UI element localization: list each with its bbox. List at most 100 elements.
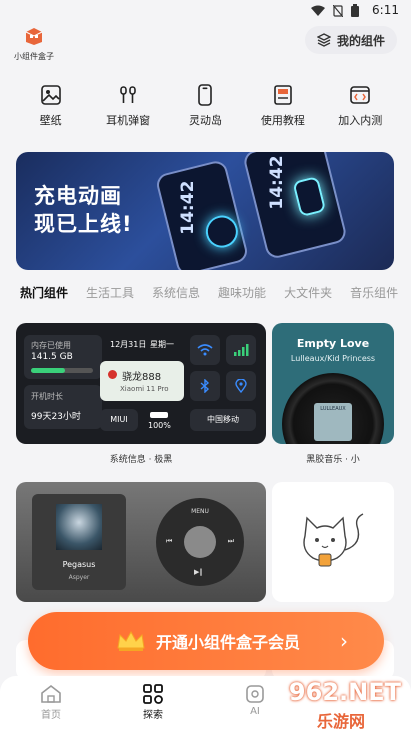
banner-phone-time: 14:42	[178, 180, 199, 235]
tab-music-widgets[interactable]: 音乐组件	[350, 284, 398, 306]
date-tile: 12月31日 星期一	[108, 335, 186, 353]
quick-link-label: 加入内测	[338, 114, 383, 127]
system-widget-caption: 系统信息 · 极黑	[109, 455, 173, 465]
banner-phone-right: 14:42	[241, 152, 349, 261]
system-info-widget-card[interactable]: 内存已使用 141.5 GB 开机时长 99天23小时 12月31日 星期一 骁…	[16, 323, 266, 444]
music-widget-caption: 黑胶音乐 · 小	[306, 455, 360, 465]
cat-sticker-widget-card[interactable]	[272, 482, 394, 602]
ipod-click-wheel[interactable]: MENU ⏮ ⏭ ▶‖	[156, 498, 244, 586]
charging-bolt	[292, 175, 327, 218]
my-widgets-label: 我的组件	[336, 33, 385, 48]
ipod-menu-label[interactable]: MENU	[156, 508, 244, 515]
carrier-tile: 中国移动	[190, 409, 256, 431]
chip-tile: 骁龙888 Xiaomi 11 Pro	[100, 361, 184, 401]
quick-link-label: 灵动岛	[188, 114, 222, 127]
tab-system-info[interactable]: 系统信息	[152, 284, 200, 306]
uptime-value: 99天23小时	[31, 412, 81, 422]
my-widgets-button[interactable]: 我的组件	[304, 26, 397, 54]
vinyl-music-widget-card[interactable]: Empty Love Lulleaux/Kid Princess LULLEAU…	[272, 323, 394, 444]
earphones-icon	[120, 86, 136, 103]
quick-link-beta[interactable]: 加入内测	[325, 84, 395, 128]
banner-title-line1: 充电动画	[34, 184, 122, 208]
layers-icon	[316, 33, 331, 47]
phone-outline-icon	[198, 84, 213, 106]
date-text: 12月31日	[110, 340, 147, 349]
signal-icon	[234, 344, 249, 356]
ai-icon	[246, 685, 264, 703]
vip-subscribe-button[interactable]: 开通小组件盒子会员 ›	[28, 612, 384, 670]
storage-title: 内存已使用	[31, 341, 71, 350]
wifi-tile	[190, 335, 220, 365]
tab-big-folder[interactable]: 大文件夹	[284, 284, 332, 306]
nav-explore[interactable]: 探索	[102, 676, 204, 732]
box-logo-icon	[25, 28, 43, 45]
tab-life-tools[interactable]: 生活工具	[86, 284, 134, 306]
quick-link-label: 壁纸	[39, 114, 62, 127]
battery-percent: 100%	[148, 421, 171, 430]
watermark-sub: 乐游网	[316, 712, 365, 731]
storage-bar	[31, 368, 93, 373]
crown-icon	[117, 630, 145, 651]
play-pause-icon[interactable]: ▶‖	[194, 568, 203, 576]
charging-ring	[202, 212, 242, 251]
uptime-tile: 开机时长 99天23小时	[24, 385, 102, 429]
ipod-screen: Pegasus Aspyer	[32, 494, 126, 590]
album-cover: LULLEAUX	[314, 403, 352, 441]
battery-level-bar	[150, 412, 168, 418]
quick-link-tutorial[interactable]: 使用教程	[248, 84, 318, 128]
signal-tile	[226, 335, 256, 365]
ipod-album-art	[56, 504, 102, 550]
uptime-title: 开机时长	[31, 392, 63, 401]
status-icons	[311, 4, 359, 17]
bluetooth-icon	[200, 379, 210, 393]
category-tabs: 热门组件 生活工具 系统信息 趣味功能 大文件夹 音乐组件	[20, 284, 411, 306]
storage-value: 141.5 GB	[31, 352, 73, 362]
previous-icon[interactable]: ⏮	[166, 537, 172, 546]
storage-bar-fill	[31, 368, 66, 373]
os-name: MIUI	[110, 415, 128, 424]
quick-link-earphones[interactable]: 耳机弹窗	[93, 84, 163, 128]
nav-home[interactable]: 首页	[0, 676, 102, 732]
status-time: 6:11	[372, 3, 399, 17]
music-title: Empty Love	[296, 337, 370, 350]
location-pin-icon	[235, 379, 247, 393]
nav-ai-label: AI	[250, 706, 260, 717]
chip-name: 骁龙888	[122, 372, 162, 383]
banner-title-line2: 现已上线!	[34, 212, 133, 236]
weekday-text: 星期一	[150, 340, 174, 349]
app-logo-text: 小组件盒子	[14, 52, 54, 61]
ipod-center-button[interactable]	[184, 526, 216, 558]
os-tile: MIUI	[100, 409, 138, 431]
chevron-right-icon: ›	[340, 629, 348, 653]
album-cover-text: LULLEAUX	[320, 406, 346, 412]
nav-explore-label: 探索	[143, 710, 163, 721]
wifi-icon	[197, 344, 213, 356]
tab-hot-widgets[interactable]: 热门组件	[20, 284, 68, 306]
image-icon	[40, 85, 61, 105]
next-icon[interactable]: ⏭	[228, 537, 234, 546]
tab-fun[interactable]: 趣味功能	[218, 284, 266, 306]
quick-link-dynamic-island[interactable]: 灵动岛	[170, 84, 240, 128]
quick-link-wallpaper[interactable]: 壁纸	[16, 84, 86, 128]
code-window-icon	[350, 86, 371, 104]
vip-label: 开通小组件盒子会员	[156, 633, 301, 652]
ipod-player-widget-card[interactable]: Pegasus Aspyer MENU ⏮ ⏭ ▶‖	[16, 482, 266, 602]
vinyl-record: LULLEAUX	[282, 373, 384, 444]
no-sim-icon	[333, 4, 343, 17]
wifi-icon	[311, 5, 325, 16]
quick-link-label: 耳机弹窗	[106, 114, 151, 127]
watermark-logo: 962.NET	[288, 678, 401, 706]
banner-phone-time: 14:42	[267, 155, 288, 210]
charging-animation-banner[interactable]: 充电动画 现已上线! 14:42 14:42	[16, 152, 394, 270]
nav-home-label: 首页	[41, 710, 61, 721]
battery-tile: 100%	[144, 409, 184, 431]
grid-icon	[143, 684, 163, 704]
cat-drawing-icon	[303, 513, 364, 567]
book-icon	[274, 85, 292, 105]
model-name: Xiaomi 11 Pro	[120, 385, 169, 393]
quick-links: 壁纸 耳机弹窗 灵动岛 使用教程 加入内测	[0, 84, 411, 128]
bluetooth-tile	[190, 371, 220, 401]
status-bar: 6:11	[0, 0, 411, 22]
home-icon	[41, 684, 61, 703]
storage-tile: 内存已使用 141.5 GB	[24, 335, 102, 379]
